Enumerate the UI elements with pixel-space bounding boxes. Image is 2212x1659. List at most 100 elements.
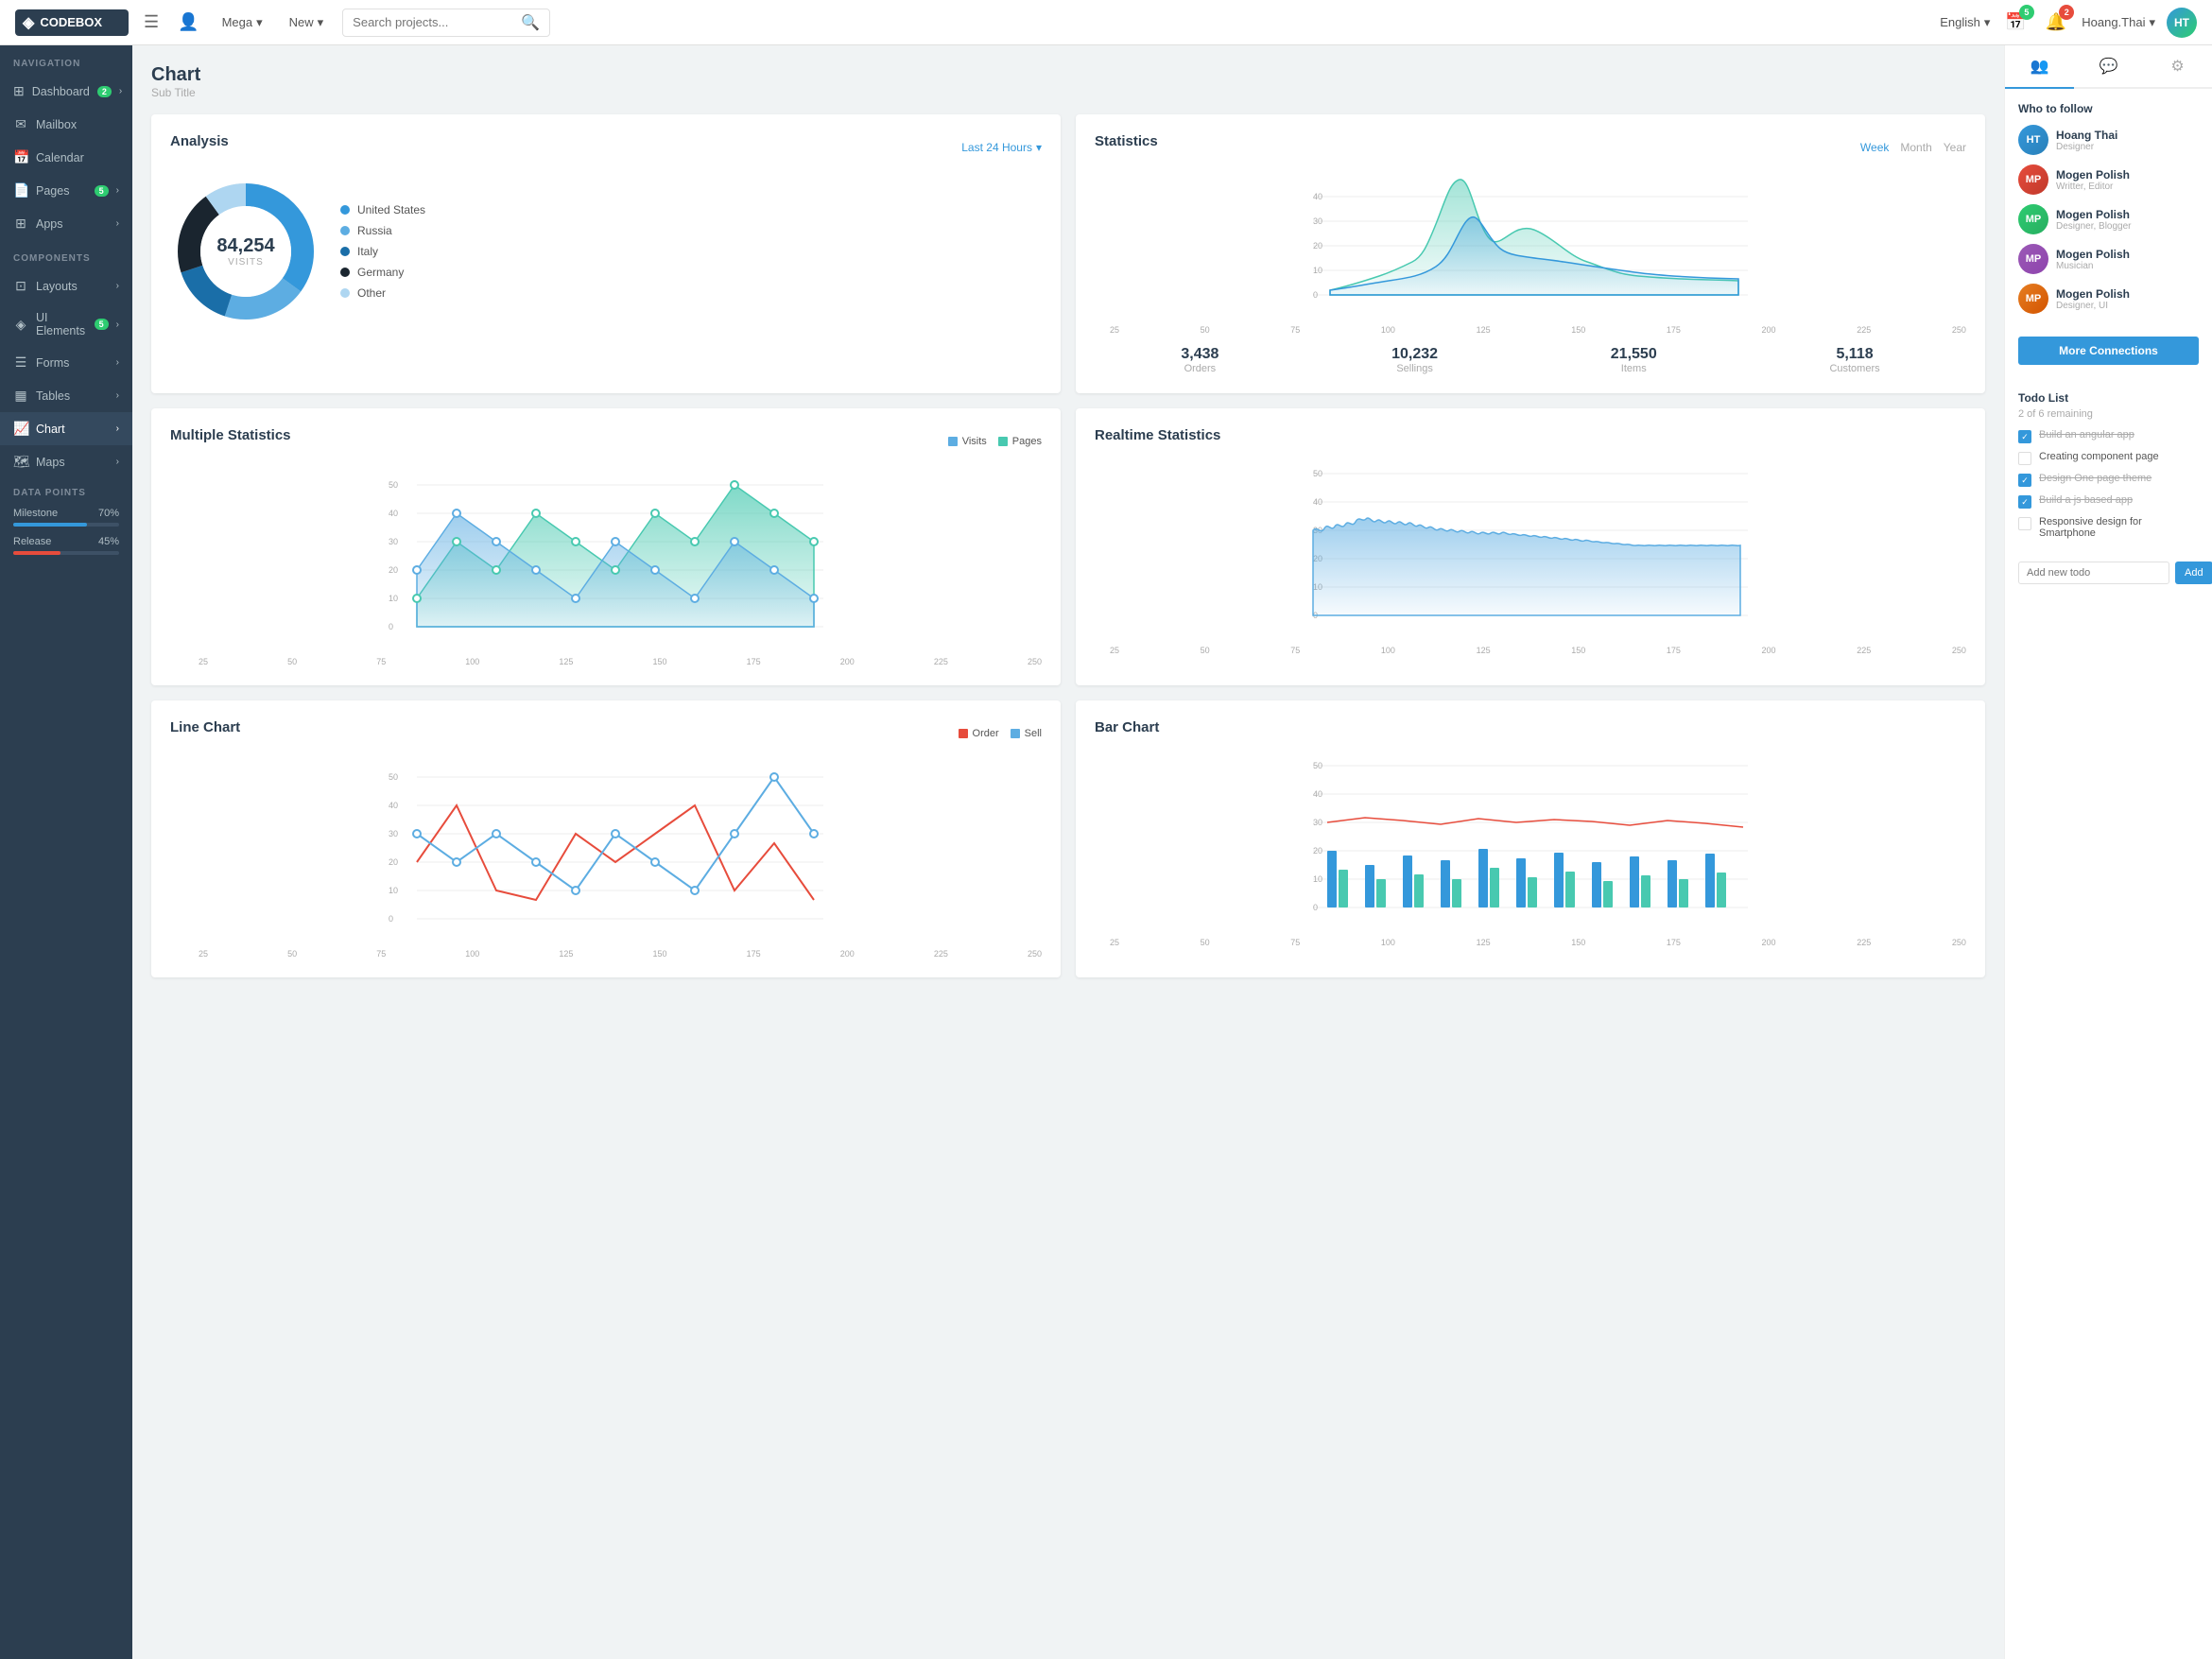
user-icon[interactable]: 👤 <box>174 9 202 36</box>
milestone-progress: Milestone 70% <box>13 508 119 527</box>
customers-value: 5,118 <box>1829 346 1879 363</box>
legend-item: Other <box>340 286 425 300</box>
todo-checkbox[interactable] <box>2018 474 2031 487</box>
maps-icon: 🗺 <box>13 454 28 470</box>
bar-chart-card: Bar Chart 0 10 20 30 40 50 <box>1076 700 1985 977</box>
milestone-label: Milestone <box>13 508 58 519</box>
todo-add-button[interactable]: Add <box>2175 562 2212 584</box>
menu-toggle-icon[interactable]: ☰ <box>140 9 163 36</box>
svg-text:10: 10 <box>1313 266 1322 275</box>
components-section-label: Components <box>0 240 132 269</box>
todo-checkbox[interactable] <box>2018 517 2031 530</box>
orders-label: Orders <box>1181 363 1218 374</box>
svg-text:30: 30 <box>389 829 398 838</box>
stats-tabs: Week Month Year <box>1860 141 1966 154</box>
sidebar-item-dashboard[interactable]: ⊞ Dashboard 2 › <box>0 75 132 108</box>
bar-chart-svg: 0 10 20 30 40 50 <box>1095 747 1966 936</box>
top-navbar: ◈ CODEBOX ☰ 👤 Mega ▾ New ▾ 🔍 English ▾ 📅… <box>0 0 2212 45</box>
svg-text:40: 40 <box>1313 192 1322 201</box>
sidebar-item-tables[interactable]: ▦ Tables › <box>0 379 132 412</box>
follow-avatar: MP <box>2018 244 2048 274</box>
orders-value: 3,438 <box>1181 346 1218 363</box>
layouts-icon: ⊡ <box>13 278 28 294</box>
tab-messages[interactable]: 💬 <box>2074 45 2143 87</box>
username-display[interactable]: Hoang.Thai ▾ <box>2082 15 2155 30</box>
search-container: 🔍 <box>342 9 550 37</box>
language-selector[interactable]: English ▾ <box>1940 15 1990 30</box>
svg-text:40: 40 <box>389 801 398 810</box>
new-menu-button[interactable]: New ▾ <box>282 11 332 34</box>
svg-text:20: 20 <box>1313 846 1322 855</box>
legend-visits: Visits <box>948 436 987 447</box>
legend-dot <box>340 205 350 215</box>
svg-text:20: 20 <box>389 857 398 867</box>
calendar-button[interactable]: 📅 5 <box>2001 9 2030 36</box>
chevron-down-icon: ▾ <box>256 15 263 30</box>
sidebar-item-pages[interactable]: 📄 Pages 5 › <box>0 174 132 207</box>
analysis-legend: United States Russia Italy Germany <box>340 203 425 300</box>
todo-checkbox[interactable] <box>2018 495 2031 509</box>
sellings-value: 10,232 <box>1391 346 1438 363</box>
donut-label: VISITS <box>216 257 274 268</box>
todo-title: Todo List <box>2018 391 2199 405</box>
sidebar-item-ui-elements[interactable]: ◈ UI Elements 5 › <box>0 302 132 346</box>
sidebar-item-mailbox[interactable]: ✉ Mailbox <box>0 108 132 141</box>
logo[interactable]: ◈ CODEBOX <box>15 9 129 36</box>
sidebar-item-forms[interactable]: ☰ Forms › <box>0 346 132 379</box>
statistics-card: Statistics Week Month Year <box>1076 114 1985 393</box>
data-points-label: Data Points <box>13 488 119 498</box>
mega-menu-button[interactable]: Mega ▾ <box>215 11 270 34</box>
tab-followers[interactable]: 👥 <box>2005 45 2074 89</box>
search-input[interactable] <box>353 15 515 29</box>
analysis-card: Analysis Last 24 Hours ▾ <box>151 114 1061 393</box>
svg-text:30: 30 <box>1313 818 1322 827</box>
chart-row-2: Multiple Statistics Visits Pages <box>151 408 1985 685</box>
svg-text:10: 10 <box>1313 874 1322 884</box>
milestone-bar <box>13 523 87 527</box>
items-label: Items <box>1611 363 1657 374</box>
more-connections-button[interactable]: More Connections <box>2018 337 2199 365</box>
follow-item: MP Mogen Polish Writter, Editor <box>2018 164 2199 195</box>
legend-dot <box>340 226 350 235</box>
sidebar-item-layouts[interactable]: ⊡ Layouts › <box>0 269 132 302</box>
tables-icon: ▦ <box>13 388 28 404</box>
who-to-follow-title: Who to follow <box>2018 102 2199 115</box>
todo-checkbox[interactable] <box>2018 430 2031 443</box>
release-pct: 45% <box>98 536 119 547</box>
svg-text:40: 40 <box>1313 789 1322 799</box>
sellings-label: Sellings <box>1391 363 1438 374</box>
follow-name: Mogen Polish <box>2056 168 2130 181</box>
legend-item: United States <box>340 203 425 216</box>
logo-text: CODEBOX <box>40 15 102 29</box>
todo-checkbox[interactable] <box>2018 452 2031 465</box>
release-progress: Release 45% <box>13 536 119 555</box>
tab-settings[interactable]: ⚙ <box>2143 45 2212 87</box>
user-avatar[interactable]: HT <box>2167 8 2197 38</box>
follow-avatar: HT <box>2018 125 2048 155</box>
svg-text:0: 0 <box>389 914 393 924</box>
todo-add-input[interactable] <box>2018 562 2169 584</box>
tab-week[interactable]: Week <box>1860 141 1889 154</box>
sidebar-item-chart[interactable]: 📈 Chart › <box>0 412 132 445</box>
release-label: Release <box>13 536 51 547</box>
follow-avatar: MP <box>2018 284 2048 314</box>
bar-chart-title: Bar Chart <box>1095 719 1966 735</box>
sidebar-item-maps[interactable]: 🗺 Maps › <box>0 445 132 478</box>
tab-year[interactable]: Year <box>1944 141 1966 154</box>
follow-role: Designer, Blogger <box>2056 221 2132 232</box>
main-content: Chart Sub Title Analysis Last 24 Hours ▾ <box>132 45 2004 1659</box>
chevron-down-icon: ▾ <box>318 15 324 30</box>
svg-text:20: 20 <box>389 565 398 575</box>
sidebar-item-calendar[interactable]: 📅 Calendar <box>0 141 132 174</box>
line-legend: Order Sell <box>959 728 1042 739</box>
notifications-button[interactable]: 🔔 2 <box>2042 9 2070 36</box>
todo-text: Build a js based app <box>2039 494 2133 506</box>
legend-dot <box>340 247 350 256</box>
time-selector[interactable]: Last 24 Hours ▾ <box>961 141 1042 154</box>
svg-text:40: 40 <box>1313 497 1322 507</box>
sidebar-item-apps[interactable]: ⊞ Apps › <box>0 207 132 240</box>
svg-text:0: 0 <box>1313 290 1318 300</box>
legend-dot <box>340 268 350 277</box>
tab-month[interactable]: Month <box>1900 141 1931 154</box>
svg-text:0: 0 <box>1313 903 1318 912</box>
